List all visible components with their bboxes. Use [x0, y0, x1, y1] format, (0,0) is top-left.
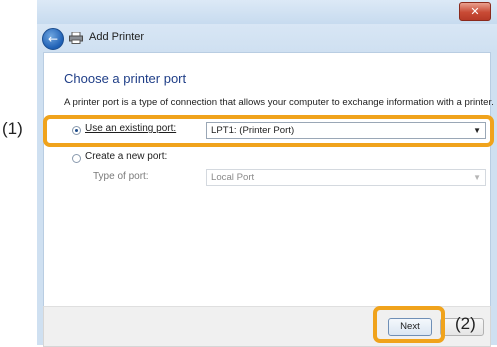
wizard-content: Choose a printer port A printer port is … — [43, 52, 494, 308]
callout-box-2 — [373, 306, 445, 343]
callout-label-1: (1) — [2, 119, 23, 138]
chevron-down-icon: ▼ — [473, 173, 481, 182]
page-description: A printer port is a type of connection t… — [64, 97, 494, 108]
back-arrow-icon[interactable]: ← — [42, 28, 64, 50]
page-heading: Choose a printer port — [64, 71, 187, 86]
printer-icon — [69, 32, 83, 44]
title-bar: ✕ — [37, 0, 497, 24]
callout-box-1 — [43, 115, 494, 147]
wizard-title: Add Printer — [89, 31, 145, 43]
add-printer-window: ✕ ← Add Printer Choose a printer port A … — [37, 0, 497, 347]
callout-label-2: (2) — [455, 314, 476, 333]
port-type-label: Type of port: — [93, 171, 149, 182]
port-type-value: Local Port — [211, 172, 255, 183]
new-port-label[interactable]: Create a new port: — [85, 151, 167, 162]
close-button[interactable]: ✕ — [459, 2, 491, 21]
navigation-bar: ← Add Printer — [37, 24, 497, 52]
new-port-radio[interactable] — [72, 154, 81, 163]
port-type-select: Local Port ▼ — [206, 169, 486, 186]
